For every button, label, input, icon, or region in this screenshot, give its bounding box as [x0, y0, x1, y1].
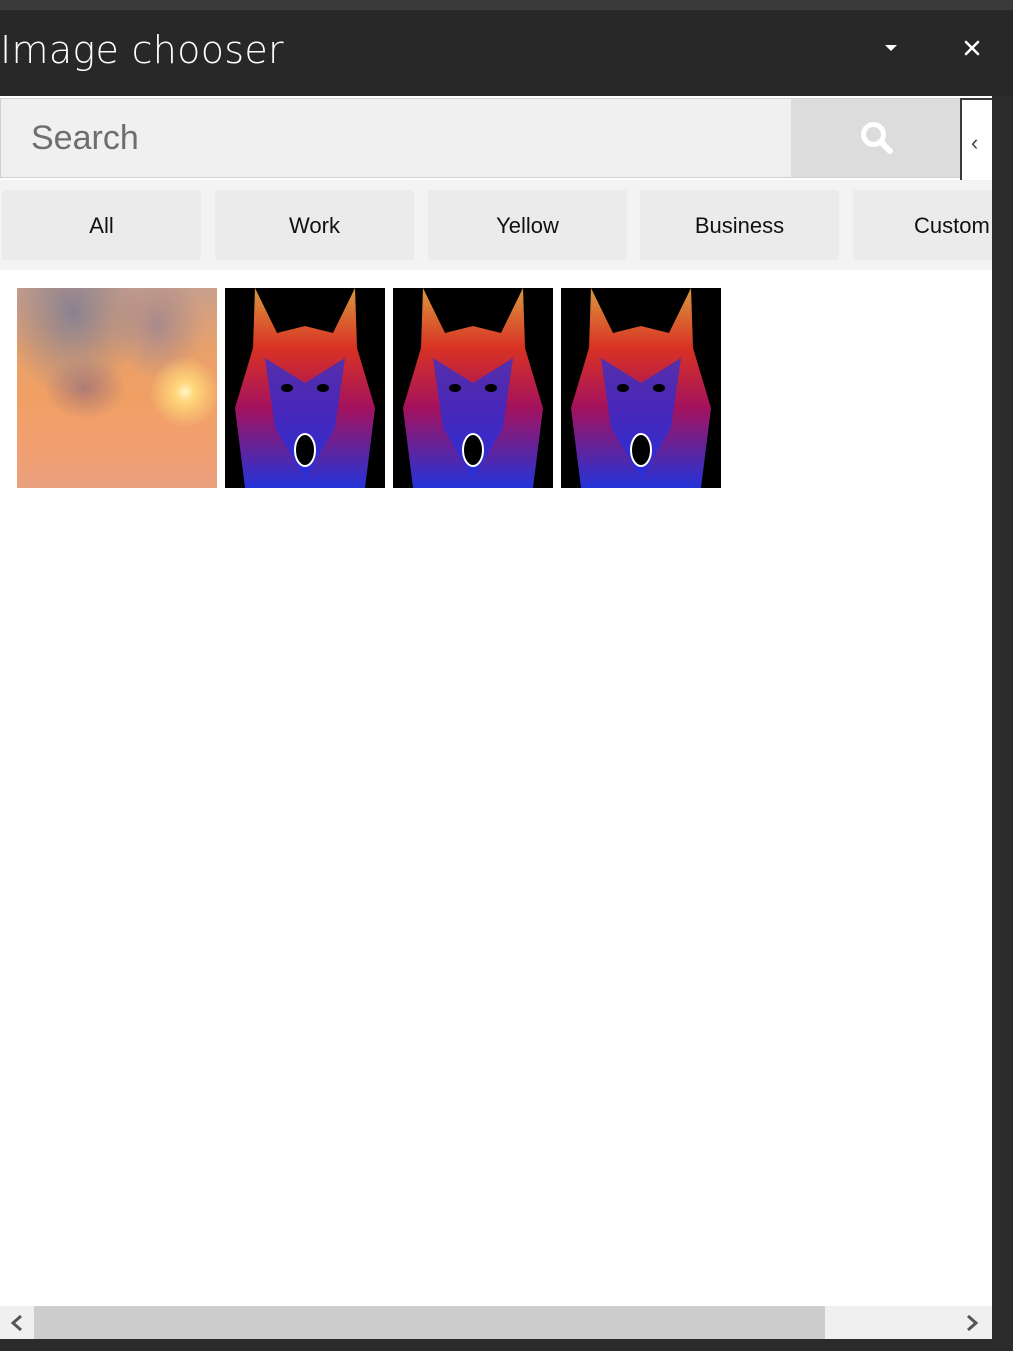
search-input[interactable] [1, 99, 791, 177]
chevron-left-icon [10, 1314, 22, 1332]
chevron-left-icon: ‹ [971, 130, 979, 155]
image-thumbnail-wolf[interactable] [225, 288, 385, 488]
tab-custom[interactable]: Custom [853, 190, 992, 260]
chevron-right-icon [967, 1314, 979, 1332]
horizontal-scrollbar[interactable] [0, 1306, 992, 1339]
caret-down-icon [885, 45, 897, 51]
tab-all[interactable]: All [2, 190, 201, 260]
options-dropdown-button[interactable] [874, 38, 908, 62]
tab-yellow[interactable]: Yellow [428, 190, 627, 260]
image-thumbnail-wolf[interactable] [393, 288, 553, 488]
image-chooser-panel: ‹ All Work Yellow Business Custom [0, 96, 992, 1339]
tab-business[interactable]: Business [640, 190, 839, 260]
search-button[interactable] [791, 99, 961, 177]
window-title: Image chooser [0, 28, 284, 72]
close-icon [964, 40, 980, 56]
category-tabs: All Work Yellow Business Custom [0, 180, 992, 270]
image-thumbnail-wolf[interactable] [561, 288, 721, 488]
close-button[interactable] [954, 34, 990, 62]
scroll-right-button[interactable] [955, 1306, 988, 1339]
tab-work[interactable]: Work [215, 190, 414, 260]
image-thumbnail-sunset[interactable] [17, 288, 217, 488]
search-bar [0, 98, 961, 178]
collapse-panel-button[interactable]: ‹ [960, 98, 992, 186]
scrollbar-thumb[interactable] [34, 1306, 825, 1339]
title-bar: Image chooser [0, 10, 1013, 96]
scroll-left-button[interactable] [0, 1306, 33, 1339]
search-icon [861, 122, 893, 154]
top-edge [0, 0, 1013, 10]
